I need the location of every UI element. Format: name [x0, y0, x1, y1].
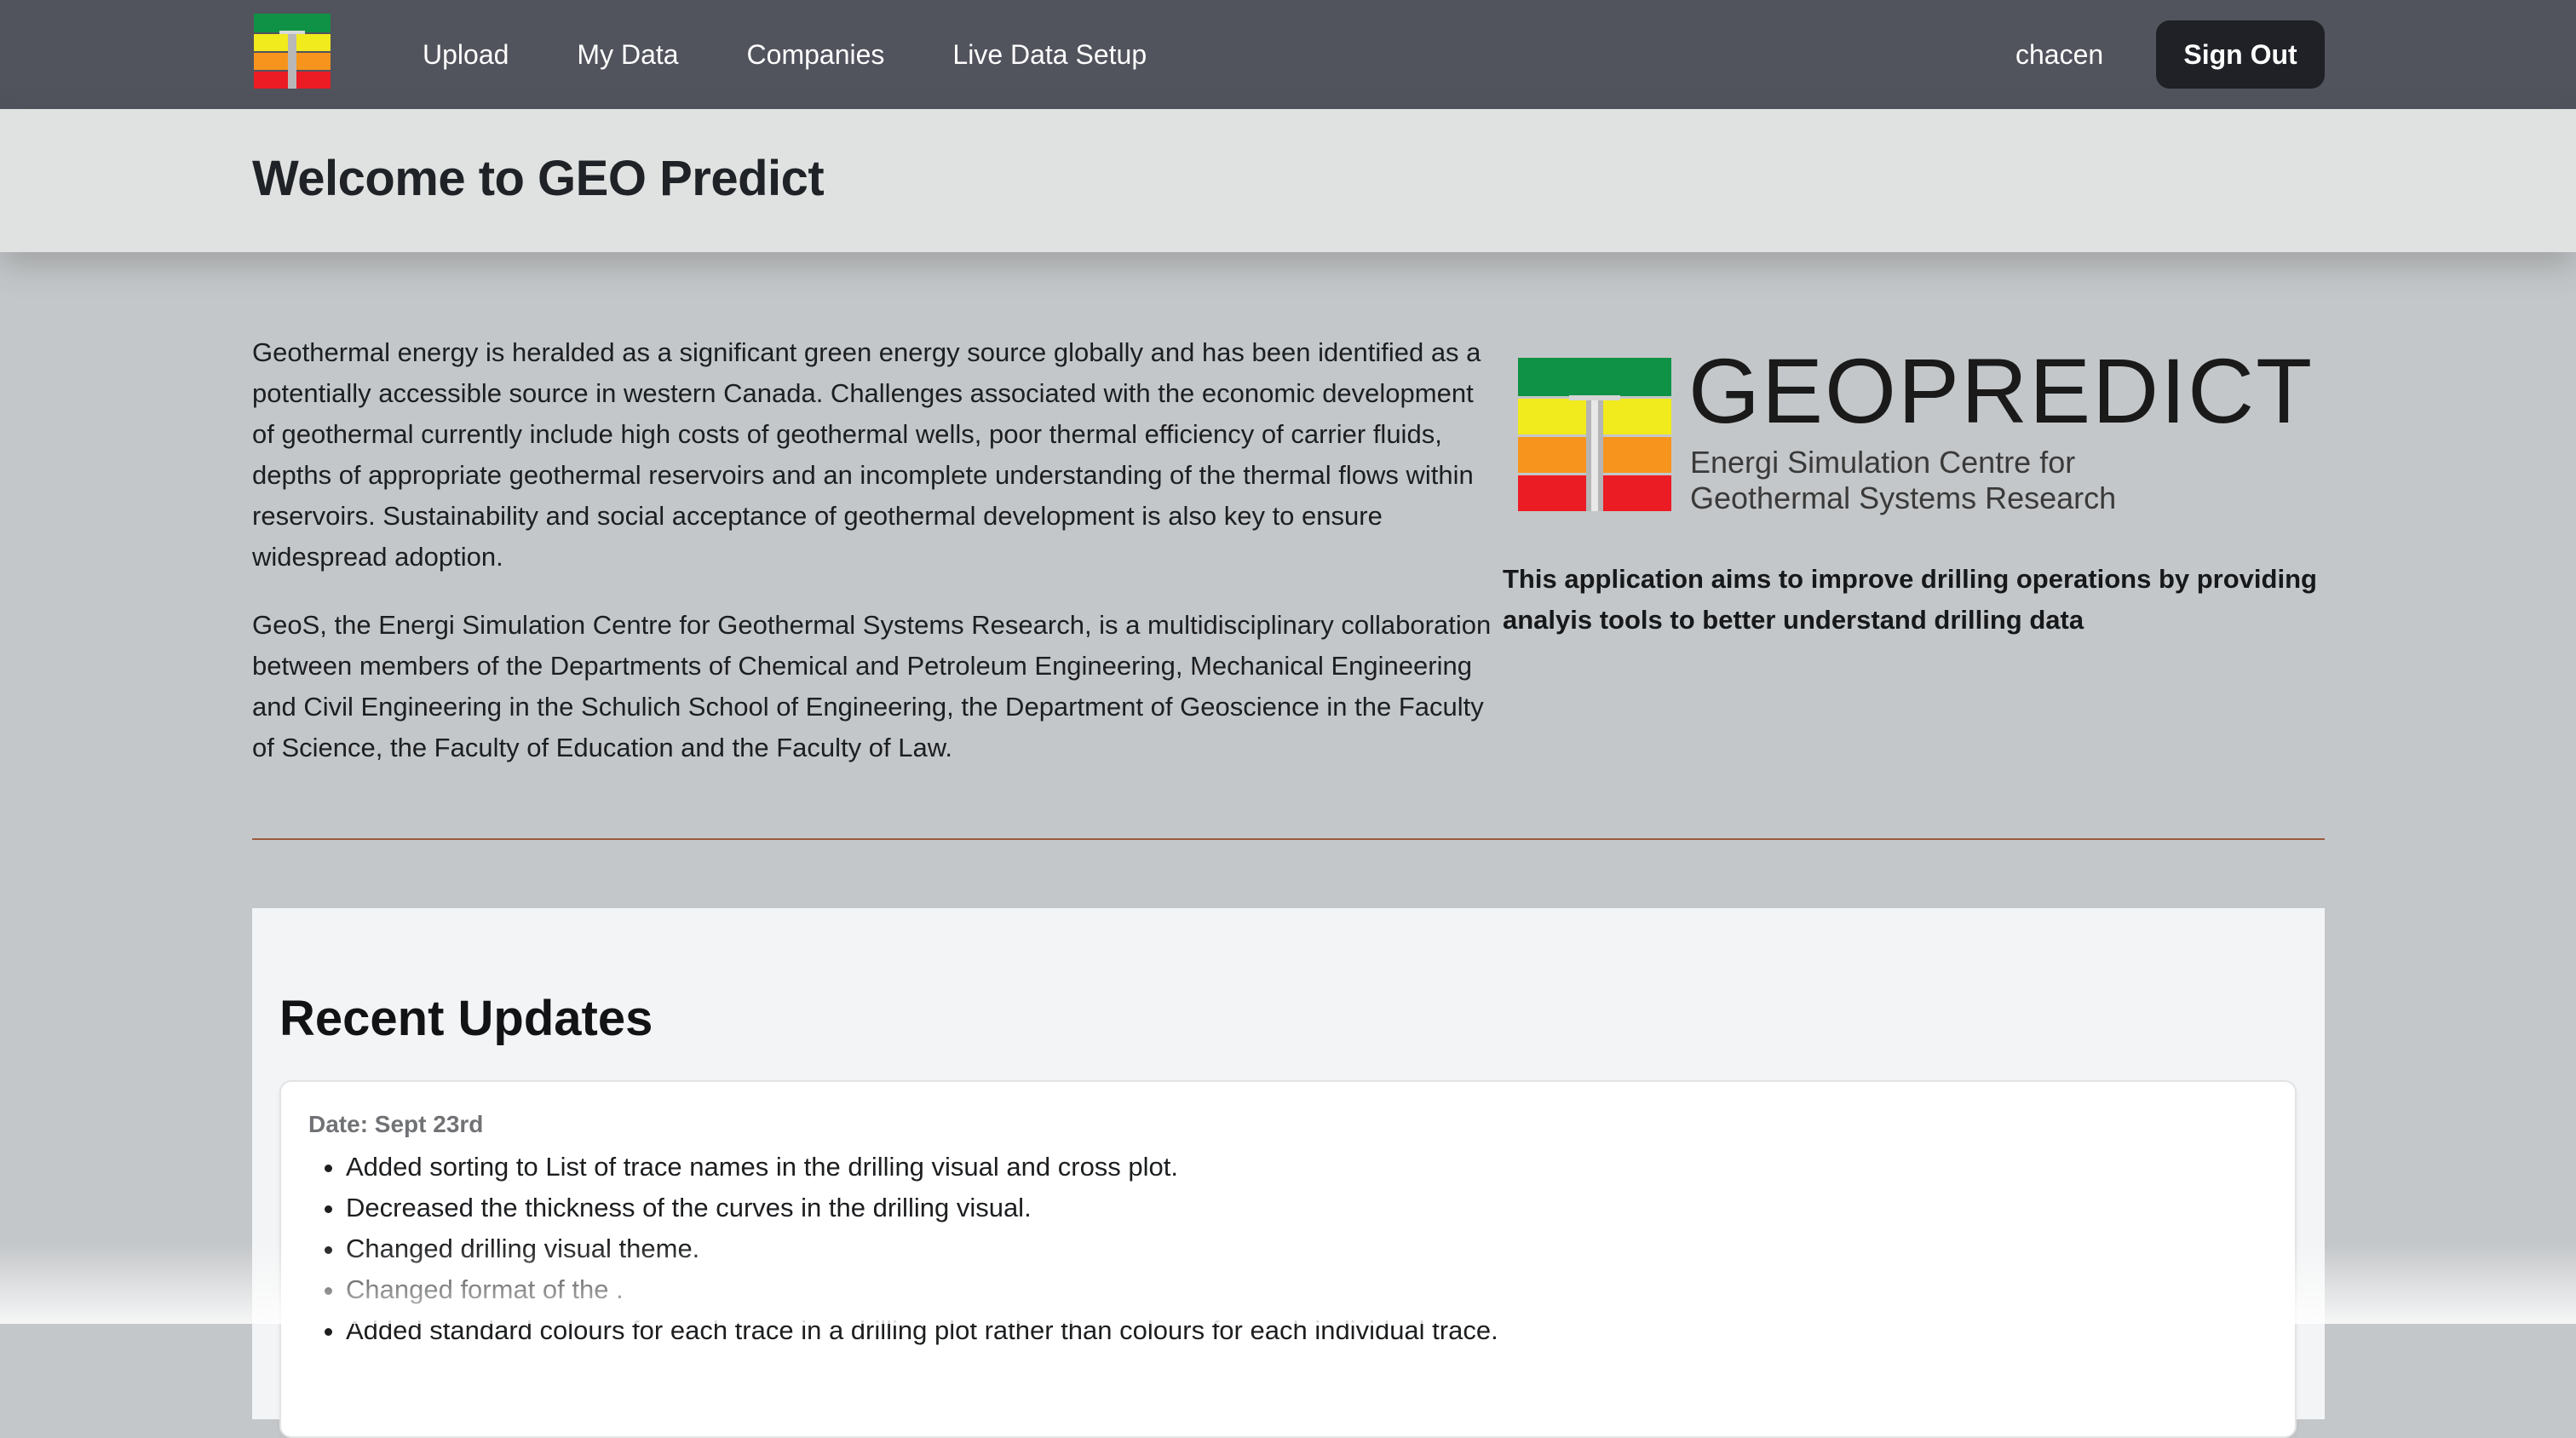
update-card: Date: Sept 23rd Added sorting to List of…	[279, 1080, 2297, 1438]
brand-logo-block: GEOPREDICT Energi Simulation Centre for …	[1518, 339, 2324, 520]
list-item: Changed format of the .	[346, 1269, 2268, 1310]
sign-out-button[interactable]: Sign Out	[2156, 20, 2325, 89]
update-list: Added sorting to List of trace names in …	[308, 1147, 2268, 1351]
recent-updates-title: Recent Updates	[279, 991, 653, 1046]
welcome-header: Welcome to GEO Predict	[0, 109, 2576, 252]
list-item: Changed drilling visual theme.	[346, 1228, 2268, 1269]
username-label: chacen	[2015, 38, 2104, 70]
geopredict-brand-logo-icon	[1518, 358, 1671, 511]
intro-paragraph-geothermal: Geothermal energy is heralded as a signi…	[252, 337, 1481, 572]
nav-link-companies[interactable]: Companies	[747, 39, 885, 71]
list-item: Added standard colours for each trace in…	[346, 1310, 2268, 1351]
section-divider	[252, 838, 2325, 840]
intro-text: Geothermal energy is heralded as a signi…	[252, 332, 1496, 796]
nav-link-upload[interactable]: Upload	[423, 39, 509, 71]
update-date: Date: Sept 23rd	[308, 1111, 484, 1137]
list-item: Decreased the thickness of the curves in…	[346, 1188, 2268, 1228]
intro-paragraph-geos: GeoS, the Energi Simulation Centre for G…	[252, 610, 1492, 762]
list-item: Added sorting to List of trace names in …	[346, 1147, 2268, 1188]
app-tagline: This application aims to improve drillin…	[1503, 564, 2317, 635]
recent-updates-panel: Recent Updates Date: Sept 23rd Added sor…	[252, 908, 2325, 1438]
geopredict-logo-icon[interactable]	[254, 14, 331, 89]
top-navbar: Upload My Data Companies Live Data Setup…	[0, 0, 2576, 109]
brand-subtitle: Energi Simulation Centre for Geothermal …	[1690, 445, 2116, 516]
nav-links: Upload My Data Companies Live Data Setup	[423, 0, 1215, 109]
brand-subtitle-line-1: Energi Simulation Centre for	[1690, 445, 2076, 480]
brand-name: GEOPREDICT	[1688, 339, 2314, 442]
nav-link-my-data[interactable]: My Data	[577, 39, 678, 71]
nav-link-live-data-setup[interactable]: Live Data Setup	[952, 39, 1147, 71]
brand-subtitle-line-2: Geothermal Systems Research	[1690, 480, 2117, 515]
page-title: Welcome to GEO Predict	[252, 151, 825, 206]
